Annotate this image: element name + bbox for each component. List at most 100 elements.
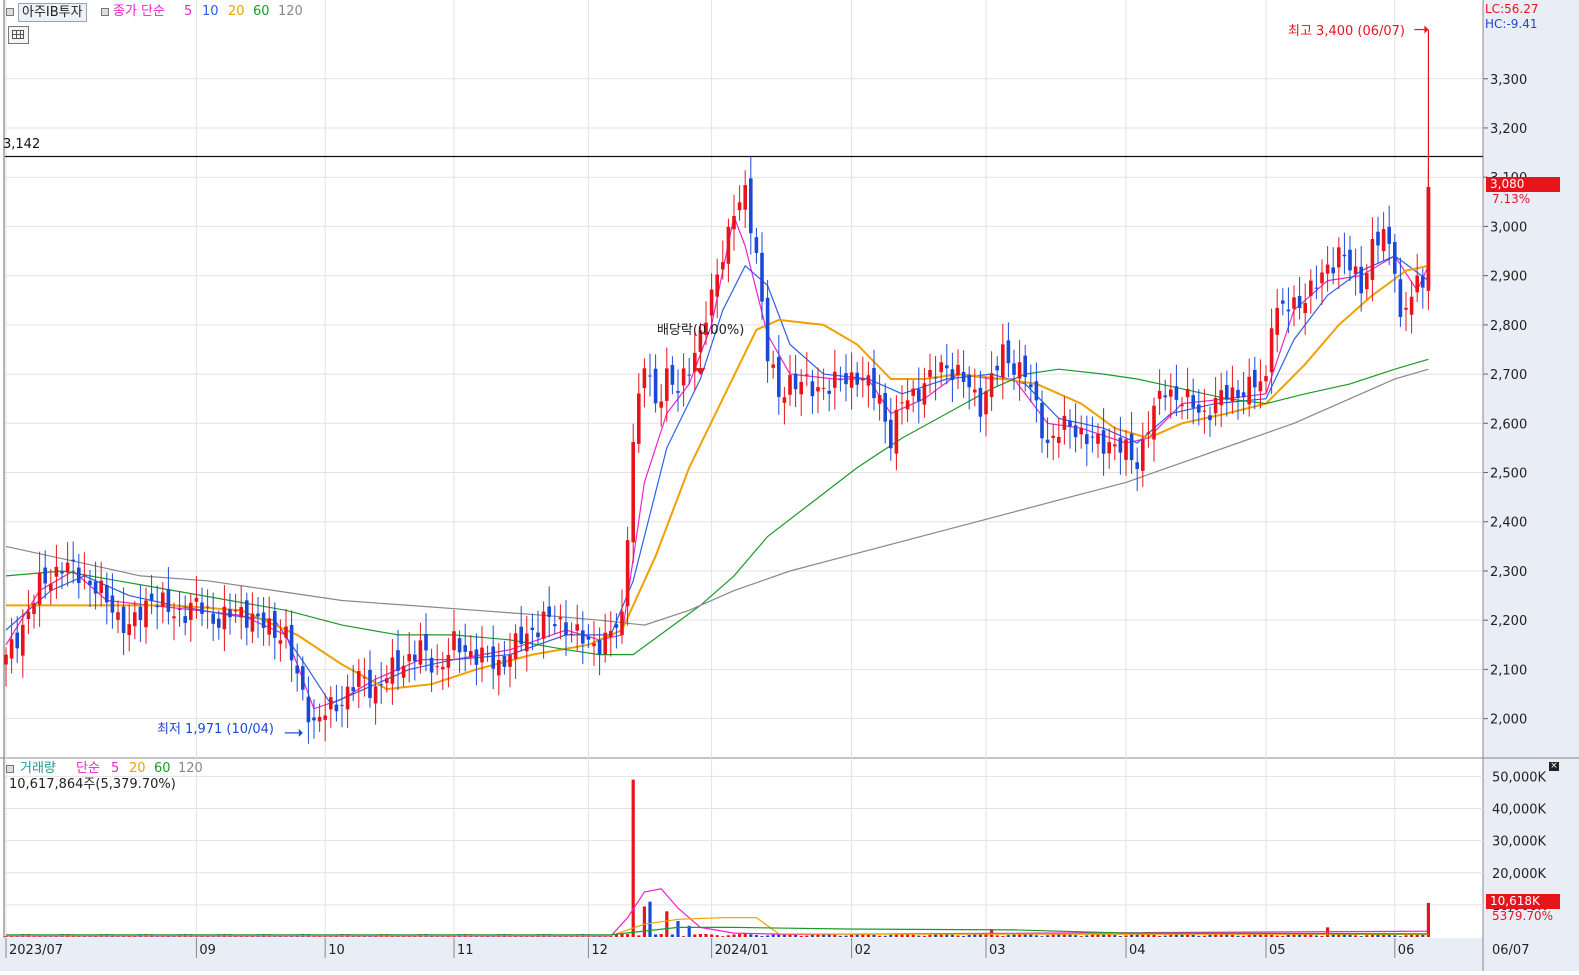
candle-body — [564, 622, 568, 636]
candle-body — [1213, 397, 1218, 414]
lc-value: LC:56.27 — [1485, 2, 1539, 16]
candle-body — [155, 605, 159, 608]
candle-body — [345, 686, 350, 710]
candle-body — [1421, 276, 1425, 288]
volume-bar — [1320, 935, 1324, 937]
volume-bar — [956, 935, 960, 937]
candle-body — [239, 607, 243, 618]
candle-body — [166, 589, 171, 612]
candle-body — [379, 684, 383, 686]
candle-body — [1113, 444, 1117, 447]
candle-body — [1023, 355, 1027, 378]
candle-body — [26, 611, 31, 620]
volume-bar — [738, 934, 742, 937]
volume-bar — [922, 935, 926, 937]
menu-square-icon[interactable] — [101, 8, 109, 16]
volume-bar — [743, 933, 747, 937]
ma10-legend[interactable]: 10 — [202, 4, 219, 20]
candle-body — [950, 369, 955, 381]
candle-body — [1219, 390, 1223, 406]
volume-bar — [1124, 935, 1128, 937]
candle-body — [1387, 226, 1391, 244]
vol-ma60-legend[interactable]: 60 — [154, 761, 171, 777]
volume-bar — [962, 935, 966, 937]
ma120-legend[interactable]: 120 — [278, 4, 303, 20]
price-tick-label: 2,300 — [1490, 565, 1527, 580]
candle-body — [939, 362, 943, 373]
volume-bar — [967, 935, 971, 937]
vol-ma120-legend[interactable]: 120 — [178, 761, 203, 777]
candle-body — [418, 640, 423, 665]
price-ma-label[interactable]: 종가 단순 — [113, 4, 165, 20]
candle-body — [1297, 296, 1302, 309]
price-tick-label: 3,200 — [1490, 122, 1527, 137]
ma5-legend[interactable]: 5 — [184, 4, 192, 20]
price-tick-label: 3,300 — [1490, 73, 1527, 88]
vol-ma20-legend[interactable]: 20 — [129, 761, 146, 777]
candle-body — [301, 666, 305, 690]
candle-body — [37, 572, 42, 605]
volume-tick-label: 30,000K — [1492, 835, 1546, 850]
candle-body — [105, 585, 109, 603]
candle-body — [1141, 439, 1145, 471]
candle-body — [827, 390, 831, 394]
candle-body — [849, 372, 854, 388]
candle-body — [866, 375, 871, 386]
candle-body — [1415, 275, 1419, 293]
close-icon[interactable]: × — [1549, 762, 1559, 771]
price-tick-label: 2,100 — [1490, 663, 1527, 678]
volume-bar — [1158, 935, 1162, 937]
candle-body — [228, 609, 232, 618]
candle-body — [502, 655, 507, 667]
volume-label[interactable]: 거래량 — [20, 761, 56, 777]
candle-body — [295, 665, 299, 674]
menu-square-icon[interactable] — [6, 8, 14, 16]
date-axis-panel — [0, 938, 1579, 971]
menu-square-icon[interactable] — [6, 765, 14, 773]
candle-body — [149, 593, 154, 602]
volume-bar — [1006, 935, 1010, 937]
candle-body — [1012, 363, 1016, 375]
candle-body — [922, 383, 927, 405]
candle-body — [793, 373, 798, 390]
candle-body — [289, 624, 294, 661]
candle-body — [1157, 390, 1162, 399]
candle-body — [1129, 433, 1134, 461]
chart-canvas[interactable]: 2,000 2,100 2,200 2,300 2,400 2,500 2,600 2,700… — [0, 0, 1579, 971]
candle-body — [978, 387, 983, 417]
candle-body — [760, 252, 764, 302]
candle-body — [1208, 415, 1212, 421]
candle-body — [777, 357, 781, 397]
volume-bar — [844, 935, 848, 937]
candle-body — [1365, 273, 1369, 290]
candle-body — [1163, 395, 1167, 398]
date-tick-label: 10 — [328, 943, 345, 958]
volume-ma-label[interactable]: 단순 — [76, 761, 100, 777]
candle-body — [413, 654, 417, 662]
candle-body — [429, 657, 434, 673]
candle-body — [905, 400, 910, 410]
volume-bar — [1359, 936, 1363, 937]
volume-bar — [1118, 936, 1122, 937]
volume-bar — [682, 936, 686, 937]
ma60-legend[interactable]: 60 — [253, 4, 270, 20]
candle-body — [973, 389, 977, 393]
candle-body — [1124, 439, 1128, 460]
candle-body — [1180, 404, 1184, 407]
vol-ma5-legend[interactable]: 5 — [111, 761, 119, 777]
candle-body — [1325, 264, 1330, 274]
symbol-button[interactable]: 아주IB투자 — [18, 3, 87, 22]
candle-body — [457, 638, 462, 653]
candle-body — [183, 616, 187, 623]
candle-body — [407, 654, 411, 662]
candle-body — [373, 686, 378, 704]
date-tick-label: 05 — [1269, 943, 1286, 958]
candle-body — [687, 374, 691, 376]
volume-bar — [1034, 935, 1038, 937]
candle-body — [569, 633, 574, 635]
candle-body — [844, 373, 848, 385]
candle-body — [917, 389, 921, 402]
ma20-legend[interactable]: 20 — [228, 4, 245, 20]
table-view-icon[interactable] — [8, 26, 29, 44]
volume-bar — [950, 934, 954, 937]
